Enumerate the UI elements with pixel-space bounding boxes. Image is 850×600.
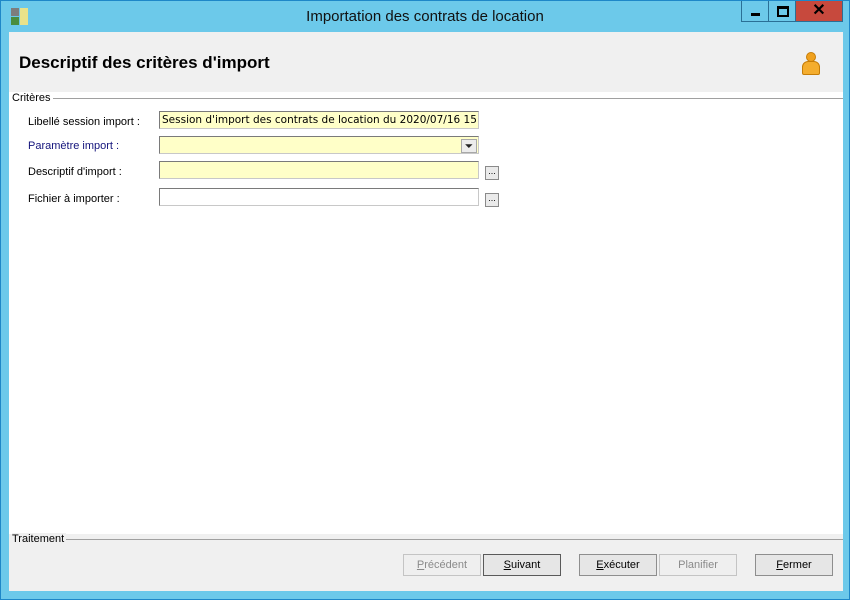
main-window: Importation des contrats de location ✕ D…	[0, 0, 850, 600]
criteria-group-divider	[49, 98, 843, 99]
next-button[interactable]: Suivant	[483, 554, 561, 576]
maximize-button[interactable]	[768, 1, 796, 22]
dialog-client-area: Descriptif des critères d'import Critère…	[9, 32, 843, 591]
criteria-group-label: Critères	[12, 92, 53, 104]
session-label: Libellé session import :	[28, 116, 140, 128]
import-descriptor-browse-button[interactable]: ...	[485, 166, 499, 180]
next-button-label: uivant	[510, 559, 541, 571]
session-label-input[interactable]: Session d'import des contrats de locatio…	[159, 111, 479, 129]
import-parameter-link[interactable]: Paramètre import :	[28, 140, 119, 152]
file-browse-button[interactable]: ...	[485, 193, 499, 207]
file-to-import-input[interactable]	[159, 188, 479, 206]
processing-group-divider	[63, 539, 843, 540]
next-button-mnemonic: S	[503, 559, 511, 571]
close-button[interactable]: Fermer	[755, 554, 833, 576]
execute-button[interactable]: Exécuter	[579, 554, 657, 576]
close-icon: ✕	[812, 2, 826, 19]
window-controls: ✕	[741, 1, 843, 22]
minimize-icon	[751, 13, 760, 16]
processing-group-label: Traitement	[12, 533, 67, 545]
close-button-mnemonic: F	[776, 559, 783, 571]
previous-button-label: récédent	[424, 559, 468, 571]
page-title: Descriptif des critères d'import	[19, 53, 270, 72]
minimize-button[interactable]	[741, 1, 769, 22]
close-button-label: ermer	[783, 559, 812, 571]
file-to-import-label: Fichier à importer :	[28, 193, 120, 205]
close-window-button[interactable]: ✕	[795, 1, 843, 22]
previous-button[interactable]: Précédent	[403, 554, 481, 576]
user-icon[interactable]	[801, 52, 820, 75]
import-descriptor-label: Descriptif d'import :	[28, 166, 122, 178]
window-title: Importation des contrats de location	[306, 8, 544, 25]
schedule-button-label: Planifier	[678, 559, 718, 571]
chevron-down-icon[interactable]: ⏷	[461, 139, 477, 153]
import-parameter-select[interactable]	[159, 136, 479, 154]
schedule-button[interactable]: Planifier	[659, 554, 737, 576]
execute-button-label: xécuter	[603, 559, 640, 571]
maximize-icon	[777, 6, 789, 17]
import-descriptor-input[interactable]	[159, 161, 479, 179]
header-band: Descriptif des critères d'import	[9, 32, 843, 92]
title-bar[interactable]: Importation des contrats de location ✕	[1, 1, 849, 32]
execute-button-mnemonic: E	[596, 559, 604, 571]
